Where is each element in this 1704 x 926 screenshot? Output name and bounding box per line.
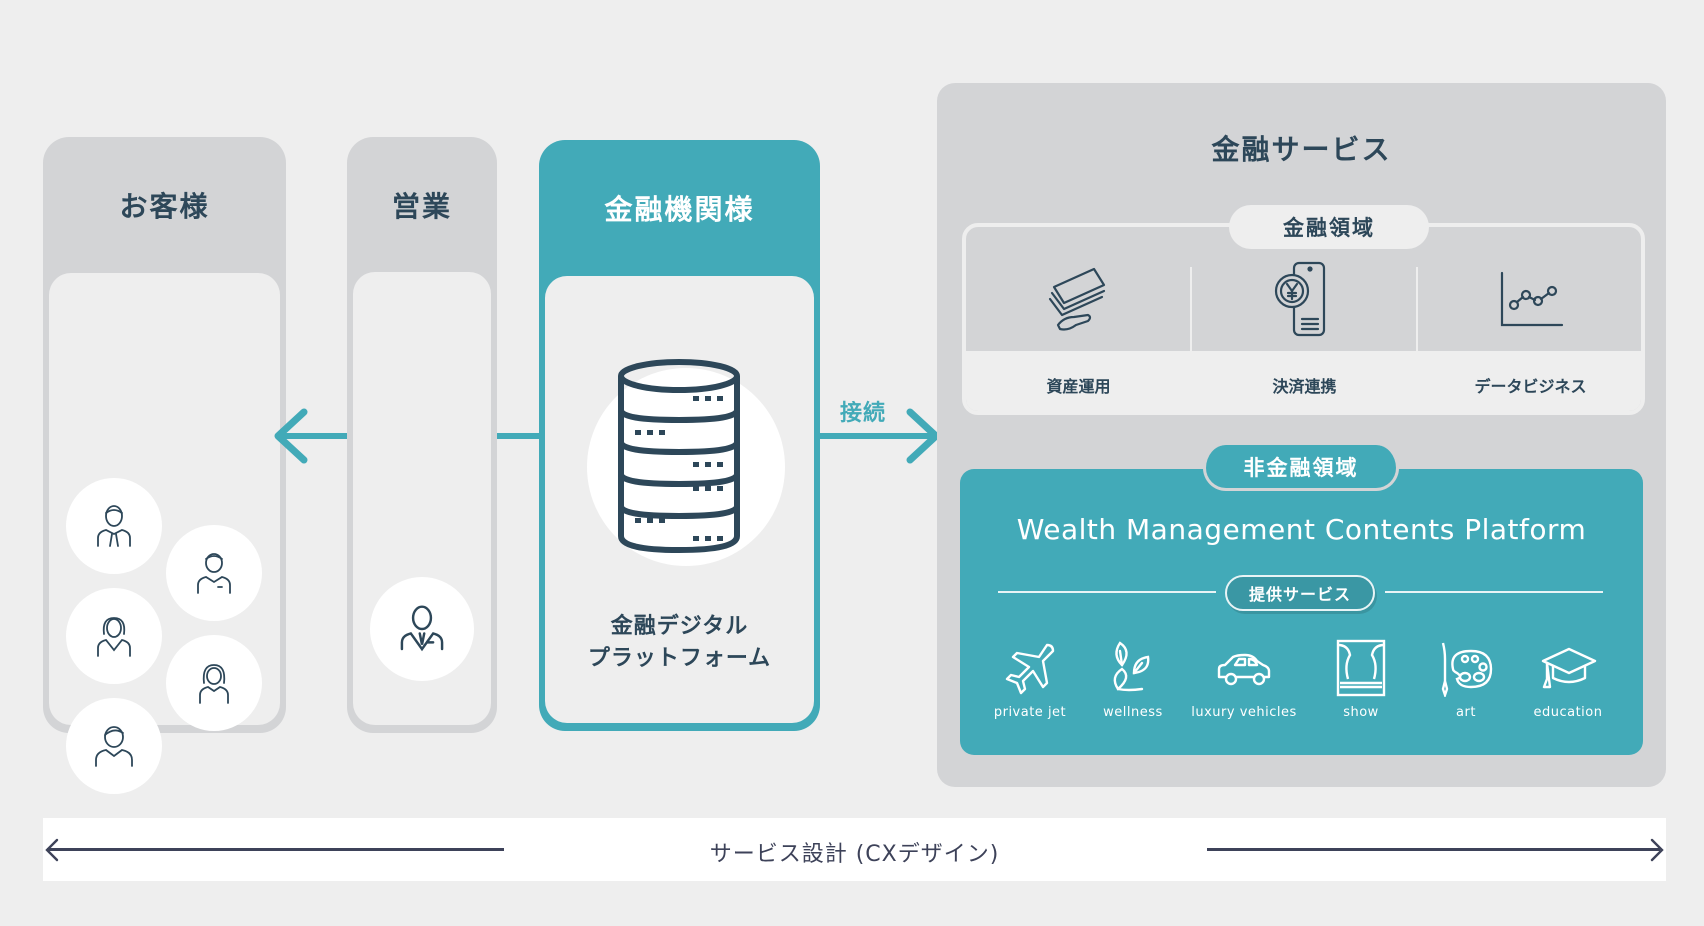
service-luxury-vehicles: luxury vehicles — [1184, 639, 1304, 720]
institution-body: 金融デジタル プラットフォーム — [545, 276, 814, 723]
financial-item-label: データビジネス — [1474, 377, 1587, 396]
institution-to-sales-line — [497, 433, 541, 439]
non-financial-domain-box: 非金融領域 Wealth Management Contents Platfor… — [960, 445, 1643, 755]
cx-design-label: サービス設計 (CXデザイン) — [709, 842, 1000, 867]
graduation-cap-icon — [1541, 647, 1597, 689]
customers-body — [49, 273, 280, 794]
financial-item-label: 資産運用 — [1046, 377, 1111, 396]
customer-avatar-woman — [166, 635, 262, 731]
service-wellness: wellness — [1073, 639, 1193, 720]
man-casual-icon — [95, 726, 133, 767]
financial-domain-pill: 金融領域 — [1229, 205, 1429, 249]
palette-icon — [1441, 642, 1493, 697]
platform-label: 金融デジタル プラットフォーム — [545, 611, 814, 675]
car-icon — [1217, 653, 1271, 686]
platform-label-line1: 金融デジタル — [610, 614, 749, 639]
service-label: wellness — [1103, 705, 1163, 720]
customer-avatar-man-shirt — [166, 525, 262, 621]
arrow-right-icon — [1650, 838, 1664, 862]
cx-design-band: サービス設計 (CXデザイン) — [43, 818, 1666, 881]
man-tie-icon — [97, 505, 131, 547]
sales-avatar — [370, 577, 474, 681]
services-title: 金融サービス — [1211, 133, 1392, 166]
database-server-icon — [618, 359, 740, 554]
cx-line-right — [1207, 848, 1660, 851]
customers-card: お客様 — [43, 137, 286, 794]
customer-avatar-man-tie — [66, 478, 162, 574]
theater-curtain-icon — [1336, 639, 1386, 697]
divider-line-right — [1385, 591, 1603, 593]
leaves-icon — [1113, 641, 1150, 692]
yen-phone-icon — [1274, 261, 1325, 337]
line-chart-icon — [1500, 271, 1563, 327]
businessman-icon — [400, 605, 444, 652]
sales-card: 営業 — [347, 137, 497, 733]
customer-avatar-man-casual — [66, 698, 162, 794]
institution-card: 金融機関様 金融デジタル プラットフォーム — [539, 140, 820, 731]
customers-title: お客様 — [119, 190, 210, 223]
offered-services-pill: 提供サービス — [1225, 575, 1375, 611]
service-label: private jet — [993, 705, 1067, 720]
money-hand-icon — [1048, 267, 1105, 331]
airplane-icon — [1005, 643, 1055, 695]
financial-item-data-business: データビジネス — [1418, 227, 1643, 411]
financial-domain-box: 資産運用 決済連携 データビジネス 金融領域 — [962, 205, 1645, 415]
financial-item-payment: 決済連携 — [1192, 227, 1417, 411]
financial-item-label: 決済連携 — [1272, 377, 1337, 396]
service-label: luxury vehicles — [1191, 705, 1297, 720]
sales-body — [353, 272, 491, 725]
connect-label: 接続 — [840, 401, 887, 426]
sales-title: 営業 — [391, 190, 452, 223]
platform-title: Wealth Management Contents Platform — [1016, 513, 1587, 546]
platform-label-line2: プラットフォーム — [587, 646, 772, 671]
financial-item-asset-management: 資産運用 — [966, 227, 1191, 411]
non-financial-domain-pill: 非金融領域 — [1203, 445, 1399, 491]
service-education: education — [1508, 639, 1628, 720]
man-shirt-icon — [197, 553, 231, 594]
service-private-jet: private jet — [970, 639, 1090, 720]
financial-services-panel: 金融サービス 資産運用 決済連携 データビジネス 金融領域 非金融領域 Weal… — [937, 83, 1666, 787]
service-label: education — [1533, 705, 1603, 720]
woman-suit-icon — [97, 617, 131, 657]
woman-icon — [199, 664, 229, 704]
service-show: show — [1301, 639, 1421, 720]
arrow-left-icon — [274, 408, 308, 464]
divider-line-left — [998, 591, 1216, 593]
customer-avatar-woman-suit — [66, 588, 162, 684]
service-label: show — [1343, 705, 1379, 720]
institution-title: 金融機関様 — [604, 192, 755, 226]
